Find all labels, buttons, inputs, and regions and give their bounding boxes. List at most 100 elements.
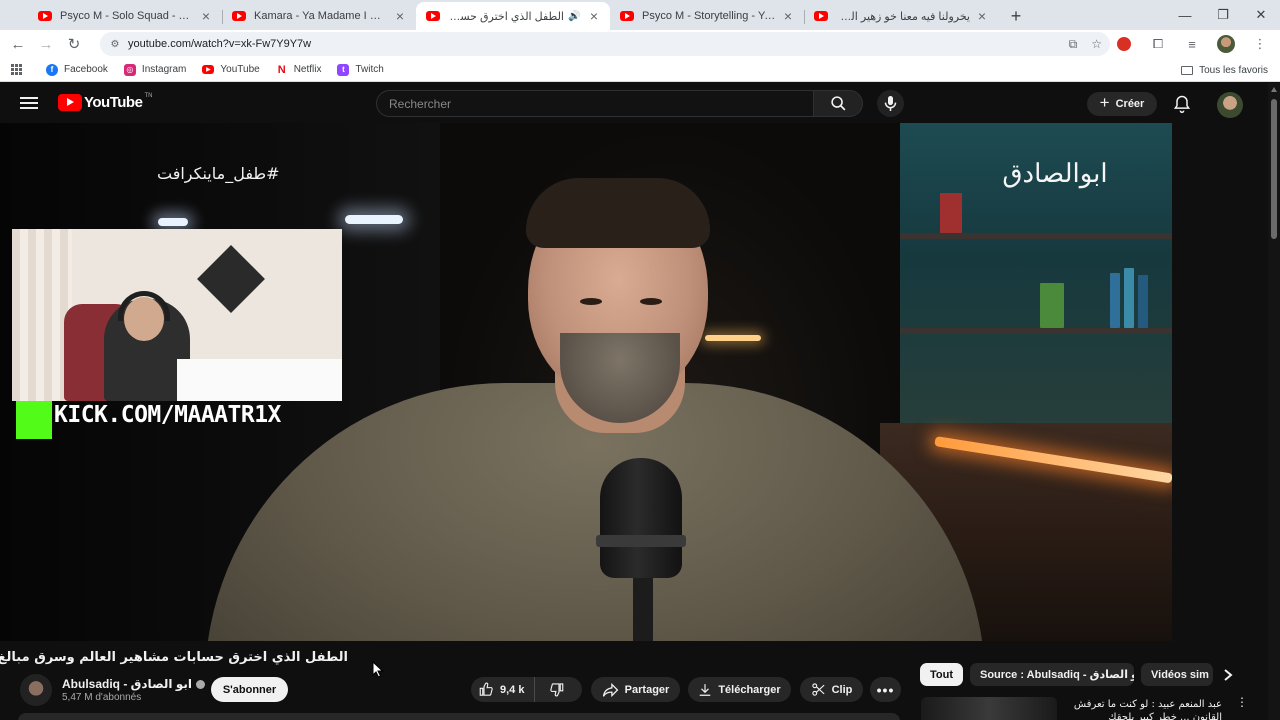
facebook-icon: f [46, 63, 58, 76]
create-button[interactable]: + Créer [1087, 92, 1157, 116]
bookmark-label: Twitch [355, 64, 384, 75]
chip-label: Vidéos sim [1151, 668, 1209, 681]
bookmark-netflix[interactable]: N Netflix [276, 64, 322, 76]
browser-tab-active[interactable]: الطفل الذي اخترق حسابات مشاهير 🔊 × [416, 2, 610, 30]
host-eye [580, 298, 602, 305]
extensions-puzzle-icon[interactable]: ⧠ [1144, 30, 1172, 58]
twitch-icon: t [337, 63, 350, 76]
bookmark-instagram[interactable]: ◎ Instagram [123, 63, 186, 76]
tab-title: الطفل الذي اخترق حسابات مشاهير [448, 10, 564, 23]
like-button[interactable]: 9,4 k [471, 677, 536, 702]
menu-hamburger-icon[interactable] [20, 97, 38, 109]
scissors-icon [811, 682, 826, 697]
verified-badge-icon [195, 679, 205, 689]
chips-next-arrow-icon[interactable] [1216, 663, 1240, 686]
microphone-icon [884, 96, 897, 111]
recommended-video-thumbnail[interactable] [921, 697, 1057, 720]
host-hair [526, 178, 710, 248]
netflix-icon: N [277, 63, 286, 76]
kick-logo-icon [16, 401, 52, 439]
close-tab-icon[interactable]: × [198, 8, 214, 24]
youtube-logo[interactable]: YouTube TN [58, 93, 152, 111]
extension-icon[interactable] [1110, 30, 1138, 58]
forward-arrow-icon[interactable]: → [32, 30, 60, 58]
chip-all[interactable]: Tout [920, 663, 963, 686]
scroll-up-arrow-icon[interactable] [1271, 87, 1277, 92]
download-button[interactable]: Télécharger [688, 677, 791, 702]
media-control-icon[interactable]: ≡ [1178, 30, 1206, 58]
close-tab-icon[interactable]: × [780, 8, 796, 24]
minimize-icon[interactable]: — [1166, 0, 1204, 30]
more-actions-button[interactable]: ••• [870, 677, 901, 702]
youtube-favicon-icon [38, 11, 52, 21]
studio-microphone [600, 458, 682, 578]
book [1138, 275, 1148, 328]
close-tab-icon[interactable]: × [974, 8, 990, 24]
chip-source[interactable]: Source : Abulsadiq - ابو الصادق [970, 663, 1134, 686]
profile-avatar[interactable] [1212, 30, 1240, 58]
youtube-play-logo-icon [58, 94, 82, 111]
browser-tab[interactable]: Kamara - Ya Madame I CESAR ... × [222, 2, 416, 30]
share-button[interactable]: Partager [591, 677, 680, 702]
voice-search-button[interactable] [877, 90, 904, 117]
new-tab-button[interactable]: + [1002, 2, 1030, 30]
browser-tab[interactable]: يخرولنا فيه معنا خو زهير الذوادي × [804, 2, 998, 30]
window-close-icon[interactable]: ✕ [1242, 0, 1280, 30]
scroll-thumb[interactable] [1271, 99, 1277, 239]
apps-grid-icon[interactable] [0, 64, 32, 75]
search-button[interactable] [813, 90, 863, 117]
mouse-cursor-icon [372, 661, 384, 678]
plus-icon: + [1099, 93, 1110, 112]
shelf [900, 328, 1172, 334]
browser-tab-strip: Psyco M - Solo Squad - YouTube × Kamara … [0, 0, 1280, 30]
browser-menu-icon[interactable]: ⋮ [1246, 30, 1274, 58]
account-avatar[interactable] [1217, 92, 1243, 118]
browser-tab[interactable]: Psyco M - Storytelling - YouTube × [610, 2, 804, 30]
bookmark-youtube[interactable]: ▶ YouTube [202, 64, 260, 75]
recommended-more-icon[interactable]: ⋮ [1236, 696, 1248, 708]
bookmark-twitch[interactable]: t Twitch [337, 63, 384, 76]
page-scrollbar[interactable] [1268, 83, 1280, 720]
recommended-video-title[interactable]: عبد المنعم عبيد : لو كنت ما تعرفش القانو… [1062, 698, 1222, 720]
youtube-favicon-icon [426, 11, 440, 21]
share-label: Partager [624, 683, 670, 696]
notifications-bell-icon[interactable] [1172, 94, 1192, 114]
browser-tab[interactable]: Psyco M - Solo Squad - YouTube × [28, 2, 222, 30]
clip-button[interactable]: Clip [800, 677, 863, 702]
subscribe-button[interactable]: S'abonner [211, 677, 288, 702]
site-info-icon[interactable]: ⚙ [108, 37, 122, 51]
download-label: Télécharger [718, 683, 781, 696]
dislike-button[interactable] [535, 677, 577, 702]
instagram-icon: ◎ [123, 63, 136, 76]
bookmark-facebook[interactable]: f Facebook [46, 63, 108, 76]
channel-watermark: ابوالصادق [1002, 159, 1108, 189]
channel-name: Abulsadiq - ابو الصادق [62, 677, 192, 691]
back-arrow-icon[interactable]: ← [4, 30, 32, 58]
close-tab-icon[interactable]: × [586, 8, 602, 24]
host-eye [640, 298, 662, 305]
bookmark-star-icon[interactable]: ☆ [1091, 37, 1102, 51]
shelf [900, 233, 1172, 239]
address-bar[interactable]: ⚙ youtube.com/watch?v=xk-Fw7Y9Y7w ⧉ ☆ [100, 32, 1110, 56]
reload-icon[interactable]: ↻ [60, 30, 88, 58]
tab-title: يخرولنا فيه معنا خو زهير الذوادي [836, 10, 970, 23]
video-title: الطفل الذي اخترق حسابات مشاهير العالم وس… [0, 650, 348, 665]
channel-name-link[interactable]: Abulsadiq - ابو الصادق [62, 677, 205, 691]
close-tab-icon[interactable]: × [392, 8, 408, 24]
audio-playing-icon[interactable]: 🔊 [568, 11, 582, 22]
chip-similar-videos[interactable]: Vidéos sim [1141, 663, 1213, 686]
description-box[interactable] [18, 713, 900, 720]
url-text[interactable]: youtube.com/watch?v=xk-Fw7Y9Y7w [128, 38, 311, 50]
tab-title: Psyco M - Solo Squad - YouTube [60, 10, 194, 22]
wall-poster [197, 245, 265, 313]
restore-icon[interactable]: ❐ [1204, 0, 1242, 30]
video-player[interactable]: #طفل_ماينكرافت ابوالصادق KICK.COM/MAAATR… [0, 123, 1172, 641]
all-bookmarks-button[interactable]: Tous les favoris [1181, 58, 1268, 82]
logo-text: YouTube [84, 94, 143, 111]
install-app-icon[interactable]: ⧉ [1069, 37, 1078, 52]
ceiling-light [345, 215, 403, 224]
channel-avatar[interactable] [20, 674, 52, 706]
search-input[interactable]: Rechercher [376, 90, 813, 117]
book [1124, 268, 1134, 328]
player-gutter [1172, 123, 1268, 641]
